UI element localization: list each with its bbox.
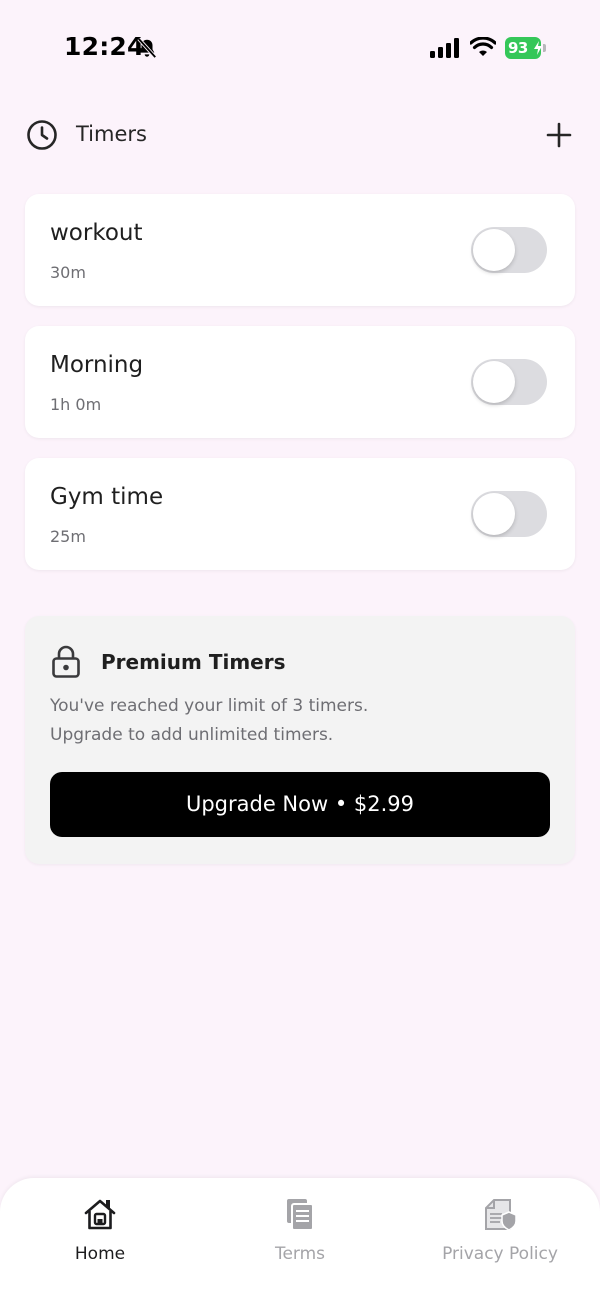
premium-description: You've reached your limit of 3 timers. U… xyxy=(50,692,368,750)
timer-card[interactable]: workout 30m xyxy=(25,194,575,306)
timer-name: Morning xyxy=(50,352,144,378)
timer-name: workout xyxy=(50,220,143,246)
document-icon xyxy=(287,1199,314,1231)
upgrade-button[interactable]: Upgrade Now • $2.99 xyxy=(50,772,550,837)
tab-bar: Home Terms Privacy Policy xyxy=(0,1178,600,1298)
battery-indicator: 93 xyxy=(505,37,547,59)
toggle-knob xyxy=(473,229,515,271)
clock-icon xyxy=(27,120,57,150)
timer-toggle[interactable] xyxy=(471,227,547,273)
premium-card: Premium Timers You've reached your limit… xyxy=(25,616,575,864)
add-timer-button[interactable] xyxy=(542,118,576,152)
premium-title: Premium Timers xyxy=(101,650,286,674)
timer-list: workout 30m Morning 1h 0m Gym time 25m xyxy=(25,194,575,590)
timer-card[interactable]: Morning 1h 0m xyxy=(25,326,575,438)
premium-description-line: Upgrade to add unlimited timers. xyxy=(50,725,334,745)
battery-cap xyxy=(543,44,546,52)
timer-duration: 1h 0m xyxy=(50,395,102,414)
timer-toggle[interactable] xyxy=(471,359,547,405)
lock-icon xyxy=(52,645,80,678)
charging-bolt-icon xyxy=(534,41,542,55)
timer-card[interactable]: Gym time 25m xyxy=(25,458,575,570)
tab-home[interactable]: Home xyxy=(0,1178,200,1298)
toggle-knob xyxy=(473,361,515,403)
status-time: 12:24 xyxy=(64,32,145,61)
premium-description-line: You've reached your limit of 3 timers. xyxy=(50,696,369,716)
tab-terms[interactable]: Terms xyxy=(200,1178,400,1298)
signal-icon xyxy=(430,38,459,58)
toggle-knob xyxy=(473,493,515,535)
home-icon xyxy=(84,1199,116,1230)
timer-name: Gym time xyxy=(50,484,164,510)
tab-label: Home xyxy=(74,1244,126,1264)
wifi-icon xyxy=(470,37,496,56)
page-title: Timers xyxy=(76,122,147,146)
privacy-shield-icon xyxy=(485,1199,517,1231)
timer-duration: 30m xyxy=(50,263,86,282)
tab-label: Privacy Policy xyxy=(442,1244,558,1264)
tab-privacy-policy[interactable]: Privacy Policy xyxy=(400,1178,600,1298)
bell-off-icon xyxy=(137,37,157,59)
header: Timers xyxy=(24,110,576,160)
tab-label: Terms xyxy=(274,1244,326,1264)
timer-duration: 25m xyxy=(50,527,86,546)
status-bar: 12:24 93 xyxy=(0,0,600,96)
timer-toggle[interactable] xyxy=(471,491,547,537)
